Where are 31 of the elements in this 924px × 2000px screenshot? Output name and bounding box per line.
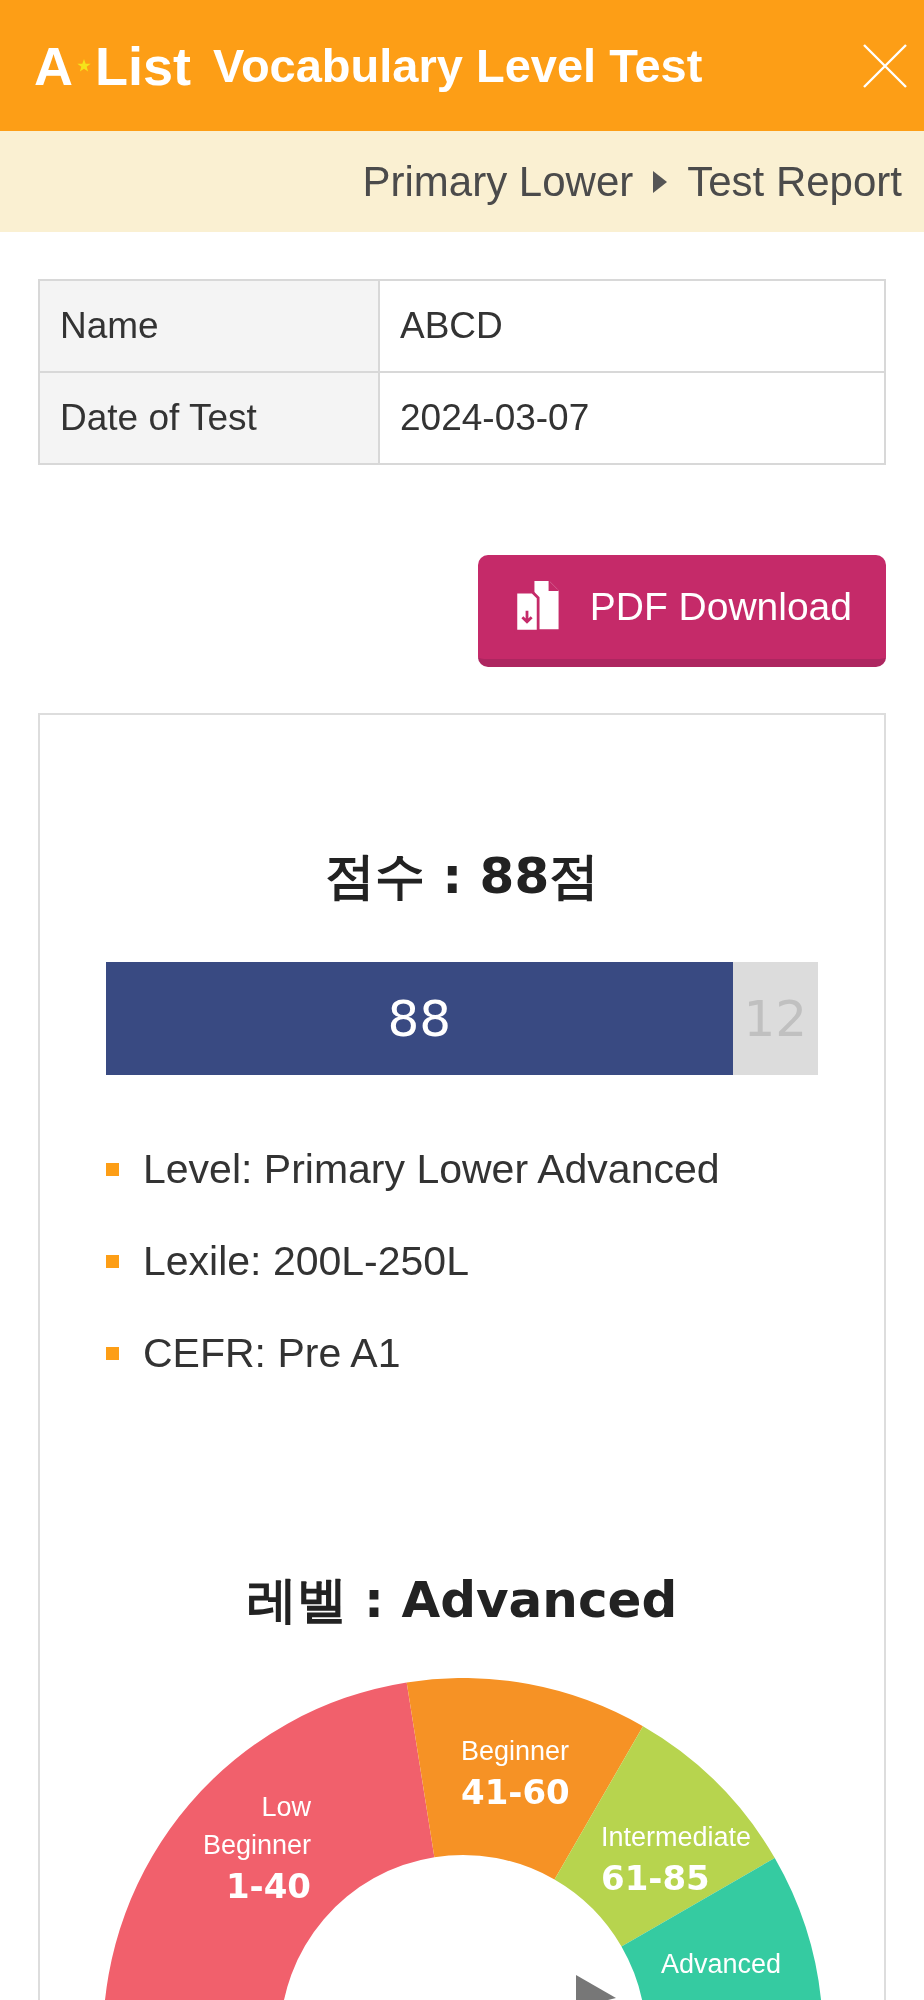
segment-range: 61-85 [601, 1858, 710, 1898]
breadcrumb-item[interactable]: Primary Lower [362, 157, 634, 206]
segment-label: Beginner [202, 1830, 311, 1860]
value-cell: 2024-03-07 [379, 372, 885, 464]
segment-label: Low [261, 1792, 311, 1822]
logo-letter: A [34, 34, 73, 97]
segment-label: Advanced [661, 1949, 782, 1979]
bullet-icon [106, 1346, 119, 1360]
segment-range: 41-60 [461, 1772, 570, 1812]
detail-text: Lexile: 200L-250L [143, 1237, 469, 1285]
label-cell: Name [39, 280, 379, 372]
detail-text: CEFR: Pre A1 [143, 1329, 401, 1377]
segment-range: 1-40 [225, 1866, 311, 1906]
score-heading: 점수 : 88점 [323, 846, 601, 907]
detail-text: Level: Primary Lower Advanced [143, 1145, 720, 1193]
bullet-icon [106, 1162, 119, 1176]
label-cell: Date of Test [39, 372, 379, 464]
segment-label: Intermediate [601, 1822, 752, 1852]
caret-icon [653, 170, 668, 193]
segment-label: Beginner [461, 1736, 570, 1766]
bullet-icon [106, 1254, 119, 1268]
level-heading: 레벨 : Advanced [245, 1570, 679, 1631]
app-title: Vocabulary Level Test [213, 38, 704, 93]
logo-word: List [95, 34, 191, 97]
star-icon [77, 58, 91, 73]
close-icon[interactable] [862, 42, 908, 89]
score-fill: 88 [106, 962, 733, 1075]
gauge-needle [576, 1975, 616, 2000]
value-cell: ABCD [379, 280, 885, 372]
breadcrumb-item: Test Report [687, 157, 902, 206]
pdf-download-button[interactable]: PDF Download [477, 555, 886, 667]
